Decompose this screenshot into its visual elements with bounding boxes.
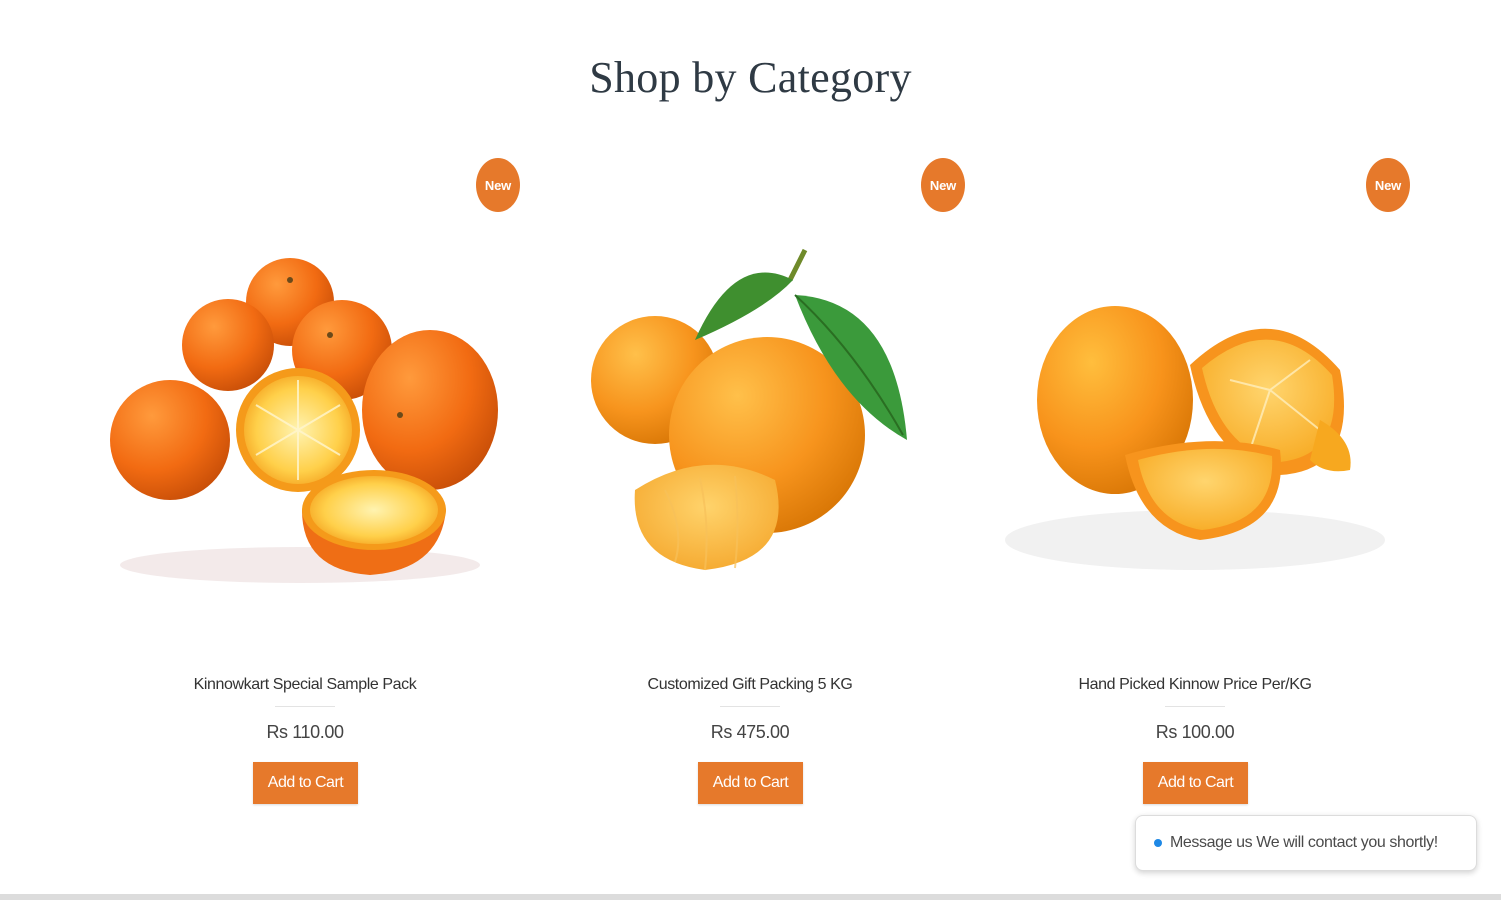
new-badge: New (921, 158, 965, 212)
horizontal-scrollbar[interactable] (0, 894, 1501, 900)
product-name[interactable]: Customized Gift Packing 5 KG (535, 676, 965, 694)
product-image[interactable] (980, 240, 1410, 600)
product-image[interactable] (535, 240, 965, 600)
section-title: Shop by Category (589, 53, 912, 102)
product-card: New (535, 150, 965, 820)
product-price: Rs 100.00 (1155, 722, 1235, 742)
new-badge: New (1366, 158, 1410, 212)
product-price: Rs 110.00 (266, 722, 344, 742)
page: Shop by Category New Kinnowkart Special … (0, 0, 1501, 900)
product-card: New (90, 150, 520, 820)
add-to-cart-button[interactable]: Add to Cart (253, 762, 358, 804)
add-to-cart-button[interactable]: Add to Cart (1143, 762, 1248, 804)
divider (275, 706, 335, 707)
product-card: New (980, 150, 1410, 820)
add-to-cart-button[interactable]: Add to Cart (698, 762, 803, 804)
product-price: Rs 475.00 (710, 722, 790, 742)
chat-widget[interactable]: Message us We will contact you shortly! (1135, 815, 1477, 871)
product-image[interactable] (90, 240, 520, 600)
divider (720, 706, 780, 707)
divider (1165, 706, 1225, 707)
product-name[interactable]: Kinnowkart Special Sample Pack (90, 676, 520, 694)
product-name[interactable]: Hand Picked Kinnow Price Per/KG (980, 676, 1410, 694)
online-status-icon (1154, 839, 1162, 847)
new-badge: New (476, 158, 520, 212)
chat-message: Message us We will contact you shortly! (1170, 834, 1438, 851)
